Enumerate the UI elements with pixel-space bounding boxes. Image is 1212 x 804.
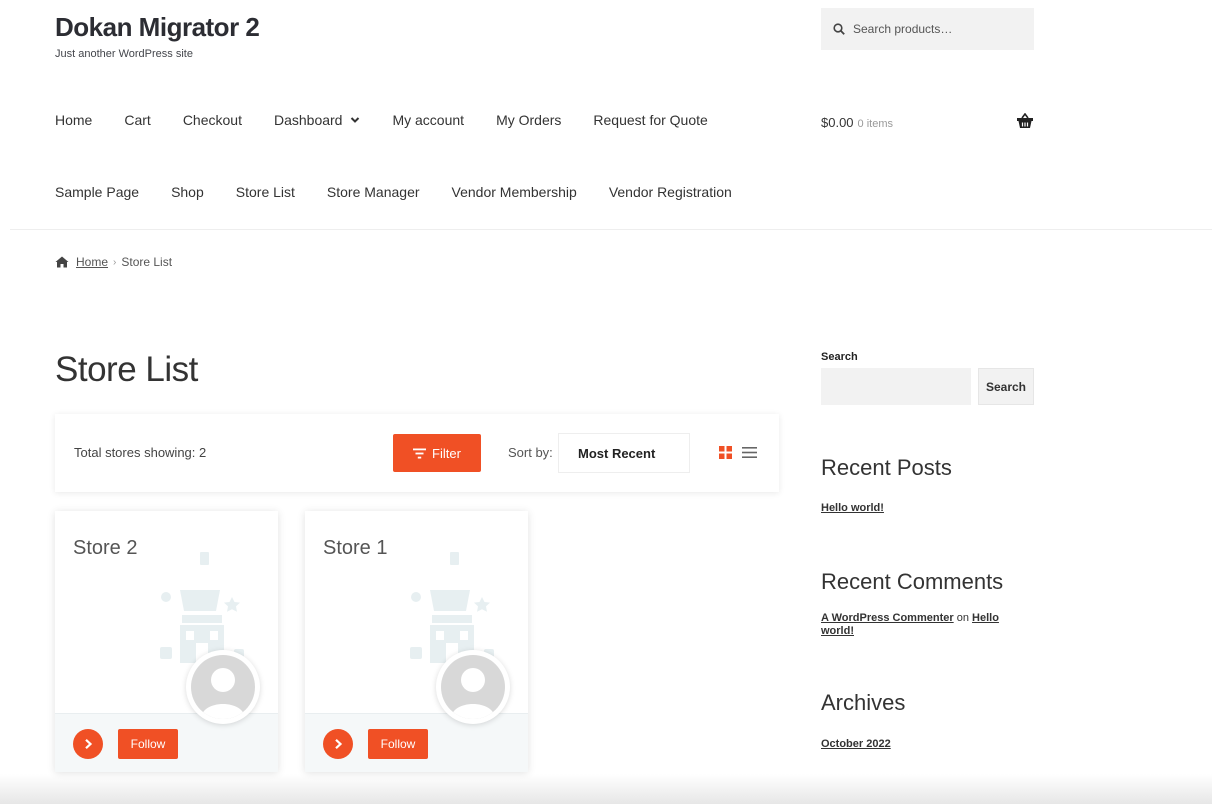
cart-item-count: 0 items xyxy=(857,118,894,130)
header-divider xyxy=(10,229,1212,230)
recent-posts-heading: Recent Posts xyxy=(821,455,952,480)
store-banner-illustration xyxy=(160,552,244,663)
cart-summary[interactable]: $0.00 0 items xyxy=(821,115,893,130)
nav-dashboard-label: Dashboard xyxy=(273,112,343,128)
nav-vendor-registration[interactable]: Vendor Registration xyxy=(609,184,732,200)
archives-heading: Archives xyxy=(821,690,906,715)
nav-checkout[interactable]: Checkout xyxy=(183,112,242,128)
breadcrumb-separator: › xyxy=(113,256,117,268)
filter-button[interactable]: Filter xyxy=(393,434,481,472)
chevron-right-icon xyxy=(85,738,93,750)
sidebar-search-title: Search xyxy=(821,351,858,363)
total-stores-text: Total stores showing: 2 xyxy=(74,445,207,460)
user-placeholder-icon xyxy=(201,668,245,719)
list-view-icon[interactable] xyxy=(742,446,757,459)
nav-vendor-membership[interactable]: Vendor Membership xyxy=(452,184,577,200)
nav-home[interactable]: Home xyxy=(55,112,92,128)
user-placeholder-icon xyxy=(451,668,495,719)
product-search-input[interactable]: Search products… xyxy=(821,8,1034,50)
sidebar-search-button[interactable]: Search xyxy=(978,368,1034,405)
store-list-toolbar: Total stores showing: 2 Filter Sort by: … xyxy=(55,414,779,492)
basket-icon[interactable] xyxy=(1016,113,1034,129)
recent-post-link[interactable]: Hello world! xyxy=(821,502,884,514)
nav-my-orders[interactable]: My Orders xyxy=(496,112,561,128)
sidebar-search-input[interactable] xyxy=(821,368,971,405)
nav-request-for-quote[interactable]: Request for Quote xyxy=(593,112,707,128)
cart-total-amount: $0.00 xyxy=(821,115,854,130)
breadcrumb-home-link[interactable]: Home xyxy=(76,255,108,269)
site-title[interactable]: Dokan Migrator 2 xyxy=(55,12,260,43)
product-search-placeholder: Search products… xyxy=(853,22,953,36)
store-avatar xyxy=(186,650,260,724)
home-icon xyxy=(55,256,69,268)
nav-dashboard[interactable]: Dashboard xyxy=(274,112,361,128)
nav-my-account[interactable]: My account xyxy=(392,112,464,128)
archive-link[interactable]: October 2022 xyxy=(821,738,891,750)
store-card[interactable]: Store 2 Follow xyxy=(55,511,278,772)
store-avatar xyxy=(436,650,510,724)
primary-nav-row-1: Home Cart Checkout Dashboard My account … xyxy=(55,112,740,128)
nav-store-manager[interactable]: Store Manager xyxy=(327,184,420,200)
comment-on-text: on xyxy=(956,612,969,624)
site-tagline: Just another WordPress site xyxy=(55,48,193,60)
store-name[interactable]: Store 1 xyxy=(323,537,387,560)
page-title: Store List xyxy=(55,350,198,389)
chevron-down-icon xyxy=(351,117,360,123)
sort-select[interactable]: Most Recent xyxy=(558,433,690,473)
follow-button[interactable]: Follow xyxy=(118,729,178,759)
visit-store-button[interactable] xyxy=(73,729,103,759)
search-icon xyxy=(833,23,845,35)
filter-icon xyxy=(413,448,427,458)
breadcrumb-current: Store List xyxy=(121,255,173,269)
bottom-fade xyxy=(0,774,1212,804)
comment-author-link[interactable]: A WordPress Commenter xyxy=(821,612,954,624)
breadcrumb: Home › Store List xyxy=(55,255,172,269)
store-name[interactable]: Store 2 xyxy=(73,537,137,560)
chevron-right-icon xyxy=(335,738,343,750)
sort-label: Sort by: xyxy=(508,445,553,460)
follow-button[interactable]: Follow xyxy=(368,729,428,759)
store-banner-illustration xyxy=(410,552,494,663)
nav-cart[interactable]: Cart xyxy=(124,112,150,128)
primary-nav-row-2: Sample Page Shop Store List Store Manage… xyxy=(55,184,764,200)
recent-comment-item: A WordPress Commenter on Hello world! xyxy=(821,612,1021,637)
nav-sample-page[interactable]: Sample Page xyxy=(55,184,139,200)
store-card[interactable]: Store 1 Follow xyxy=(305,511,528,772)
filter-button-label: Filter xyxy=(432,445,461,461)
nav-shop[interactable]: Shop xyxy=(171,184,204,200)
recent-comments-heading: Recent Comments xyxy=(821,569,1004,594)
visit-store-button[interactable] xyxy=(323,729,353,759)
grid-view-icon[interactable] xyxy=(719,446,732,459)
nav-store-list[interactable]: Store List xyxy=(236,184,295,200)
